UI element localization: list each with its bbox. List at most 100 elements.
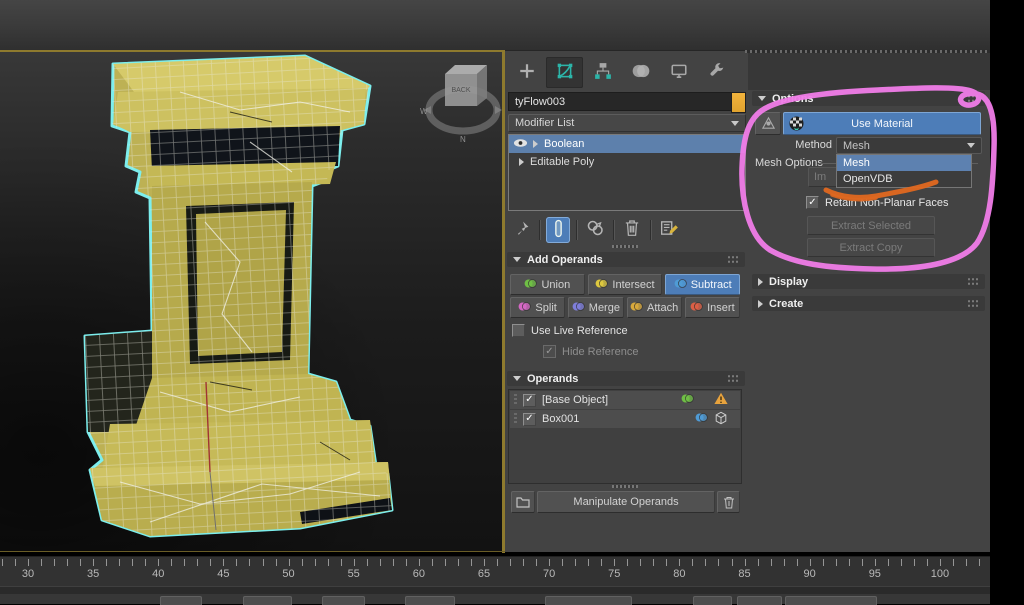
checkbox-icon [512, 324, 525, 337]
manipulate-operands-button[interactable]: Manipulate Operands [537, 491, 715, 513]
pin-stack-button[interactable] [509, 217, 533, 243]
timeline-tick [732, 559, 733, 566]
button-label: Insert [707, 302, 735, 314]
insert-op-icon [690, 301, 703, 315]
checkbox-label: Use Live Reference [531, 325, 628, 337]
method-dropdown[interactable]: Mesh [836, 137, 982, 154]
operand-row[interactable]: [Base Object] [510, 391, 740, 409]
cube-icon [714, 411, 728, 428]
grip-icon [967, 299, 979, 308]
active-viewport-border-top [0, 50, 505, 52]
remove-modifier-icon [624, 219, 640, 240]
drag-grip-icon[interactable] [514, 413, 517, 425]
tab-modify[interactable] [546, 57, 583, 88]
split-operation-button[interactable]: Split [510, 297, 565, 318]
timeline-tick [471, 559, 472, 566]
tab-utilities[interactable] [698, 57, 735, 88]
operand-checkbox[interactable] [523, 394, 536, 407]
union-operation-button[interactable]: Union [510, 274, 585, 295]
tab-hierarchy[interactable] [584, 57, 621, 88]
tab-create[interactable] [508, 57, 545, 88]
timeline-tick [953, 559, 954, 566]
button-label: Merge [589, 302, 620, 314]
dropdown-option-openvdb[interactable]: OpenVDB [837, 171, 971, 187]
configure-modifier-sets-button[interactable] [657, 217, 681, 243]
timeline-frame-label: 40 [152, 568, 164, 580]
operand-row[interactable]: Box001 [510, 410, 740, 428]
timeline-tick [93, 559, 94, 566]
timeline-tick [823, 559, 824, 566]
object-name-field[interactable]: tyFlow003 [508, 92, 732, 111]
timeline-tick [875, 559, 876, 566]
modifier-stack-item[interactable]: Boolean [509, 135, 745, 153]
button-label: Extract Selected [831, 220, 911, 232]
remove-modifier-button[interactable] [620, 217, 644, 243]
dropdown-option-mesh[interactable]: Mesh [837, 155, 971, 171]
timeline-tick [458, 559, 459, 566]
chevron-down-icon [967, 143, 975, 148]
eye-icon[interactable] [513, 137, 528, 152]
expand-arrow-icon[interactable] [519, 158, 524, 166]
rollout-drag-grip[interactable] [612, 245, 638, 248]
make-unique-icon [586, 219, 605, 240]
object-color-swatch[interactable] [731, 92, 746, 113]
drag-grip-icon[interactable] [514, 394, 517, 406]
rollout-header-display[interactable]: Display [752, 274, 985, 289]
make-unique-button[interactable] [583, 217, 607, 243]
delete-operand-button[interactable] [717, 491, 740, 513]
expand-arrow-icon[interactable] [533, 140, 538, 148]
material-mode-button[interactable] [755, 112, 781, 135]
timeline-tick [575, 559, 576, 566]
modifier-list-dropdown[interactable]: Modifier List [508, 114, 746, 132]
intersect-op-icon [595, 278, 608, 292]
extract-copy-button[interactable]: Extract Copy [807, 238, 935, 257]
viewport[interactable]: BACK W E N [0, 52, 505, 552]
rollout-header-options[interactable]: Options [752, 91, 985, 106]
rollout-header-create[interactable]: Create [752, 296, 985, 311]
operand-checkbox[interactable] [523, 413, 536, 426]
rollout-drag-grip[interactable] [612, 485, 638, 488]
rollout-expanded-icon [758, 96, 766, 101]
modifier-label: Boolean [544, 138, 584, 150]
button-label: Im [814, 171, 826, 183]
timeline-tick [771, 559, 772, 566]
show-end-result-icon [550, 219, 567, 241]
timeline-tick [276, 559, 277, 566]
rollout-title: Add Operands [527, 254, 603, 266]
timeline-ruler[interactable]: 3035404550556065707580859095100 [0, 556, 990, 587]
operand-label: [Base Object] [542, 394, 608, 406]
modifier-stack-item[interactable]: Editable Poly [509, 153, 745, 171]
load-operand-button[interactable] [511, 491, 535, 513]
timeline-tick [758, 559, 759, 566]
insert-operation-button[interactable]: Insert [685, 297, 740, 318]
operation-buttons-row2: Split Merge Attach Insert [510, 297, 740, 316]
timeline-tick [54, 559, 55, 566]
use-live-reference-checkbox[interactable]: Use Live Reference [512, 324, 628, 337]
hide-reference-checkbox[interactable]: Hide Reference [543, 345, 638, 358]
operand-op-icon[interactable] [695, 412, 708, 426]
extract-selected-button[interactable]: Extract Selected [807, 216, 935, 235]
operand-op-icon[interactable] [681, 393, 694, 407]
attach-operation-button[interactable]: Attach [627, 297, 682, 318]
timeline-tick [119, 559, 120, 566]
merge-operation-button[interactable]: Merge [568, 297, 623, 318]
intersect-operation-button[interactable]: Intersect [588, 274, 663, 295]
timeline-tick [705, 559, 706, 566]
tab-display[interactable] [660, 57, 697, 88]
use-material-button[interactable]: Use Material [783, 112, 981, 135]
viewcube[interactable]: BACK W E N [418, 58, 508, 148]
rollout-header-operands[interactable]: Operands [507, 371, 745, 386]
timeline-tick [523, 559, 524, 566]
timeline-tick [80, 559, 81, 566]
subtract-operation-button[interactable]: Subtract [665, 274, 740, 295]
timeline-tick [784, 559, 785, 566]
show-end-result-button[interactable] [546, 217, 570, 243]
tab-motion[interactable] [622, 57, 659, 88]
rollout-header-add-operands[interactable]: Add Operands [507, 252, 745, 267]
active-viewport-border-bottom [0, 551, 505, 552]
method-label: Method [770, 139, 832, 151]
rollout-title: Operands [527, 373, 578, 385]
modifier-label: Editable Poly [530, 156, 594, 168]
folder-icon [516, 496, 530, 508]
retain-non-planar-checkbox[interactable]: Retain Non-Planar Faces [806, 196, 949, 209]
